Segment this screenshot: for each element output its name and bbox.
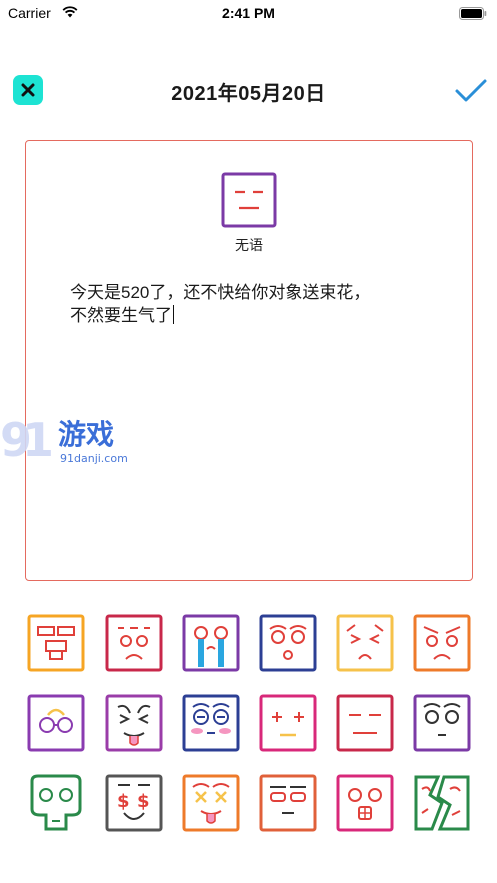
mood-label: 无语 bbox=[235, 237, 263, 253]
grumpy-face-icon[interactable] bbox=[104, 613, 164, 673]
blushing-face-icon[interactable] bbox=[181, 693, 241, 753]
cracked-face-icon[interactable] bbox=[412, 773, 472, 833]
watermark-url: 91danji.com bbox=[60, 452, 128, 465]
money-face-icon[interactable]: $ $ bbox=[104, 773, 164, 833]
glasses-face-icon[interactable] bbox=[26, 693, 86, 753]
neutral-face-icon[interactable] bbox=[412, 693, 472, 753]
svg-text:$: $ bbox=[117, 791, 130, 812]
diary-text-area[interactable]: 今天是520了，还不快给你对象送束花， 不然要生气了 bbox=[70, 281, 440, 327]
shocked-face-icon[interactable] bbox=[335, 773, 395, 833]
speechless-face-icon[interactable] bbox=[221, 172, 277, 228]
tongue-face-icon[interactable] bbox=[104, 693, 164, 753]
sleepy-face-icon[interactable] bbox=[258, 773, 318, 833]
status-time: 2:41 PM bbox=[222, 5, 275, 21]
battery-icon bbox=[459, 7, 487, 20]
crying-face-icon[interactable] bbox=[181, 613, 241, 673]
status-bar: Carrier 2:41 PM bbox=[0, 0, 497, 28]
dizzy-face-icon[interactable] bbox=[181, 773, 241, 833]
skull-face-icon[interactable] bbox=[26, 773, 86, 833]
surprised-face-icon[interactable] bbox=[258, 613, 318, 673]
plus-eyes-face-icon[interactable] bbox=[258, 693, 318, 753]
svg-text:1: 1 bbox=[22, 413, 54, 467]
checkmark-icon bbox=[455, 79, 487, 102]
diary-line-2: 不然要生气了 bbox=[70, 304, 440, 327]
diary-line-2-text: 不然要生气了 bbox=[70, 306, 172, 325]
watermark-brand: 游戏 bbox=[58, 418, 114, 451]
diary-editor-card[interactable]: 无语 今天是520了，还不快给你对象送束花， 不然要生气了 bbox=[25, 140, 473, 581]
angry-face-icon[interactable] bbox=[412, 613, 472, 673]
diary-line-1: 今天是520了，还不快给你对象送束花， bbox=[70, 283, 371, 302]
speechless-face-icon[interactable] bbox=[335, 693, 395, 753]
confirm-button[interactable] bbox=[453, 73, 489, 109]
text-cursor bbox=[173, 305, 174, 324]
page-title: 2021年05月20日 bbox=[171, 83, 326, 105]
sad-face-icon[interactable] bbox=[335, 613, 395, 673]
watermark-logo: 9 1 游戏 91danji.com bbox=[0, 413, 128, 467]
nav-bar: 2021年05月20日 bbox=[0, 60, 497, 116]
robot-face-icon[interactable] bbox=[26, 613, 86, 673]
svg-text:$: $ bbox=[137, 791, 150, 812]
